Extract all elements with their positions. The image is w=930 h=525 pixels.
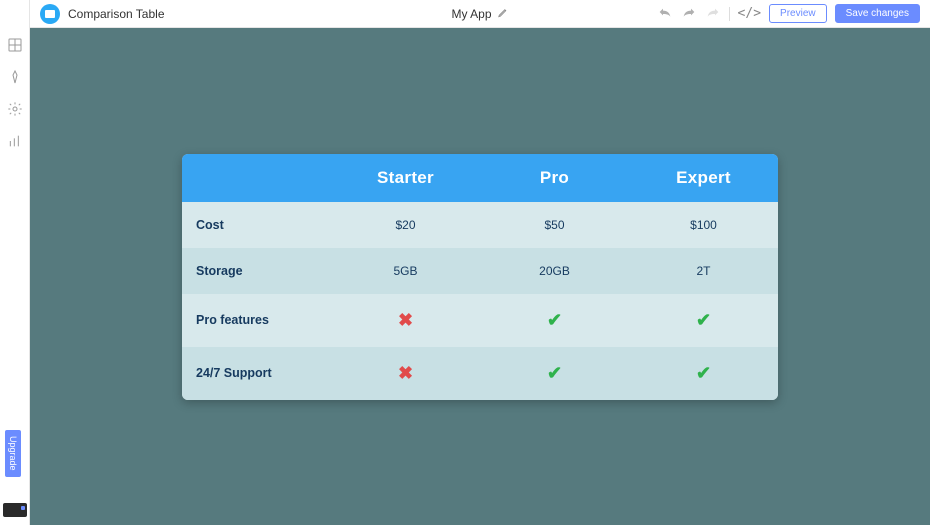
- top-bar: Comparison Table My App </> Preview Save…: [30, 0, 930, 28]
- redo-disabled-icon: [705, 6, 721, 22]
- separator: [729, 7, 730, 21]
- layout-icon[interactable]: [6, 36, 24, 54]
- row-value: ✖: [331, 294, 480, 347]
- row-value: 20GB: [480, 248, 629, 294]
- comparison-table[interactable]: Starter Pro Expert Cost$20$50$100Storage…: [182, 154, 778, 400]
- header-col-starter: Starter: [331, 154, 480, 202]
- toolbar-right: </> Preview Save changes: [657, 4, 920, 23]
- row-label: Storage: [182, 248, 331, 294]
- row-value: ✖: [331, 347, 480, 400]
- table-row: 24/7 Support ✖ ✔ ✔: [182, 347, 778, 400]
- check-icon: ✔: [547, 310, 562, 331]
- header-col-pro: Pro: [480, 154, 629, 202]
- row-value: 2T: [629, 248, 778, 294]
- project-title-text: My App: [451, 7, 491, 21]
- table-row: Storage5GB20GB2T: [182, 248, 778, 294]
- undo-icon[interactable]: [657, 6, 673, 22]
- table-row: Cost$20$50$100: [182, 202, 778, 248]
- check-icon: ✔: [696, 363, 711, 384]
- gear-icon[interactable]: [6, 100, 24, 118]
- pin-icon[interactable]: [6, 68, 24, 86]
- editor-canvas[interactable]: Starter Pro Expert Cost$20$50$100Storage…: [30, 28, 930, 525]
- cross-icon: ✖: [398, 363, 413, 384]
- edit-icon[interactable]: [498, 7, 509, 21]
- widget-title: Comparison Table: [68, 7, 165, 21]
- chart-icon[interactable]: [6, 132, 24, 150]
- save-button[interactable]: Save changes: [835, 4, 920, 23]
- row-value: $20: [331, 202, 480, 248]
- table-header-row: Starter Pro Expert: [182, 154, 778, 202]
- app-logo-icon[interactable]: [40, 4, 60, 24]
- row-value: ✔: [629, 347, 778, 400]
- row-value: 5GB: [331, 248, 480, 294]
- main-area: Comparison Table My App </> Preview Save…: [30, 0, 930, 525]
- header-blank: [182, 154, 331, 202]
- check-icon: ✔: [547, 363, 562, 384]
- row-value: $100: [629, 202, 778, 248]
- cross-icon: ✖: [398, 310, 413, 331]
- row-value: $50: [480, 202, 629, 248]
- row-label: Pro features: [182, 294, 331, 347]
- row-value: ✔: [629, 294, 778, 347]
- row-value: ✔: [480, 294, 629, 347]
- code-icon[interactable]: </>: [738, 6, 761, 21]
- redo-icon[interactable]: [681, 6, 697, 22]
- table-row: Pro features ✖ ✔ ✔: [182, 294, 778, 347]
- row-value: ✔: [480, 347, 629, 400]
- row-label: Cost: [182, 202, 331, 248]
- header-col-expert: Expert: [629, 154, 778, 202]
- row-label: 24/7 Support: [182, 347, 331, 400]
- device-thumbnail-icon[interactable]: [3, 503, 27, 517]
- preview-button[interactable]: Preview: [769, 4, 827, 23]
- upgrade-button[interactable]: Upgrade: [5, 430, 21, 477]
- project-title[interactable]: My App: [451, 7, 508, 21]
- check-icon: ✔: [696, 310, 711, 331]
- left-sidebar: Upgrade: [0, 0, 30, 525]
